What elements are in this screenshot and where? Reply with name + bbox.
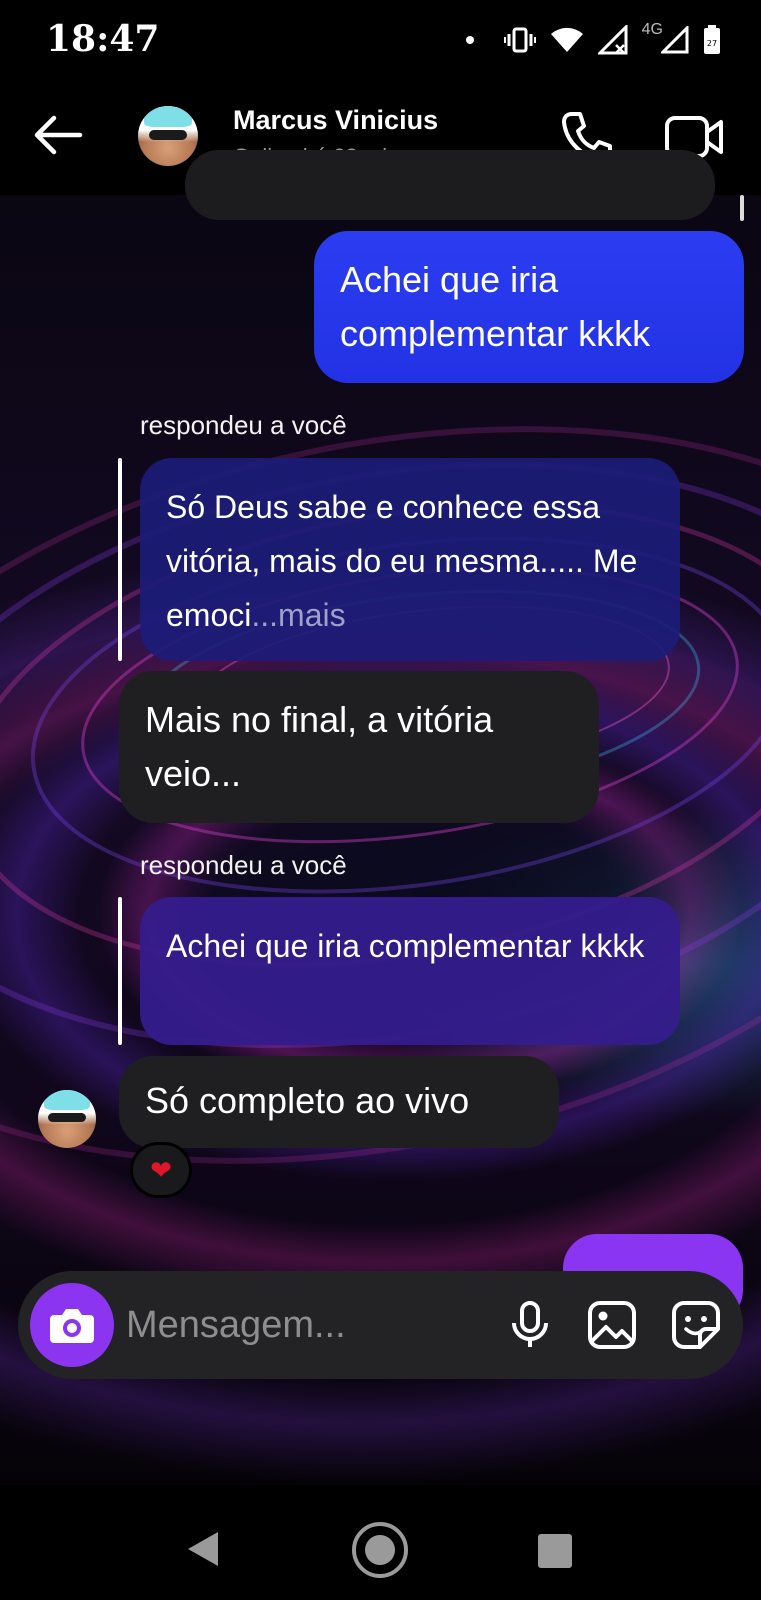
nav-recents-icon[interactable] [538,1534,572,1568]
status-bar: 18:47 4G 27 [0,0,761,80]
battery-level: 27 [707,39,717,48]
message-input[interactable] [126,1295,476,1355]
camera-icon [50,1309,94,1343]
signal-icon [661,26,689,54]
heart-reaction-icon[interactable]: ❤ [130,1142,192,1198]
vibrate-icon [503,27,536,53]
nav-home-icon[interactable] [350,1520,410,1580]
network-label: 4G [641,21,663,38]
quoted-message[interactable]: Achei que iria complementar kkkk [140,897,680,1045]
status-icons: 4G 27 [465,20,721,60]
battery-icon: 27 [704,25,720,54]
nav-back-icon[interactable] [186,1530,220,1568]
camera-button[interactable] [30,1283,114,1367]
quoted-message-text: Só Deus sabe e conhece essa vitória, mai… [166,489,638,633]
sticker-icon[interactable] [670,1299,722,1351]
quoted-message[interactable]: Só Deus sabe e conhece essa vitória, mai… [140,458,680,661]
contact-avatar[interactable] [38,1090,96,1148]
back-arrow-icon[interactable] [30,110,86,160]
status-time: 18:47 [46,18,160,60]
received-message[interactable]: Só completo ao vivo [119,1056,559,1148]
reply-label: respondeu a você [140,850,347,880]
avatar[interactable] [138,106,198,166]
reply-indicator-line [118,458,122,661]
sent-message[interactable]: Achei que iria complementar kkkk [314,231,744,383]
read-more-link[interactable]: ...mais [251,597,345,633]
received-message[interactable]: Mais no final, a vitória veio... [119,671,599,823]
reply-label: respondeu a você [140,410,347,440]
wifi-icon [550,27,583,52]
system-nav-bar [0,1500,761,1600]
dot-icon [465,36,474,44]
scrollbar[interactable] [740,195,744,221]
contact-name[interactable]: Marcus Vinicius [233,105,438,136]
gallery-icon[interactable] [586,1299,638,1351]
microphone-icon[interactable] [504,1299,556,1351]
previous-message-edge [185,150,715,220]
message-composer [18,1271,743,1379]
reply-indicator-line [118,897,122,1045]
signal-no-data-icon [597,25,628,55]
